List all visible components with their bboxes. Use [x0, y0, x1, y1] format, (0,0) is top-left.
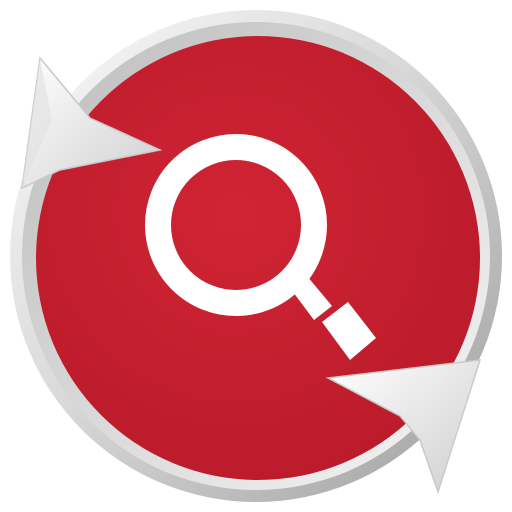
app-icon: [0, 0, 512, 512]
refresh-search-icon: [10, 10, 502, 502]
